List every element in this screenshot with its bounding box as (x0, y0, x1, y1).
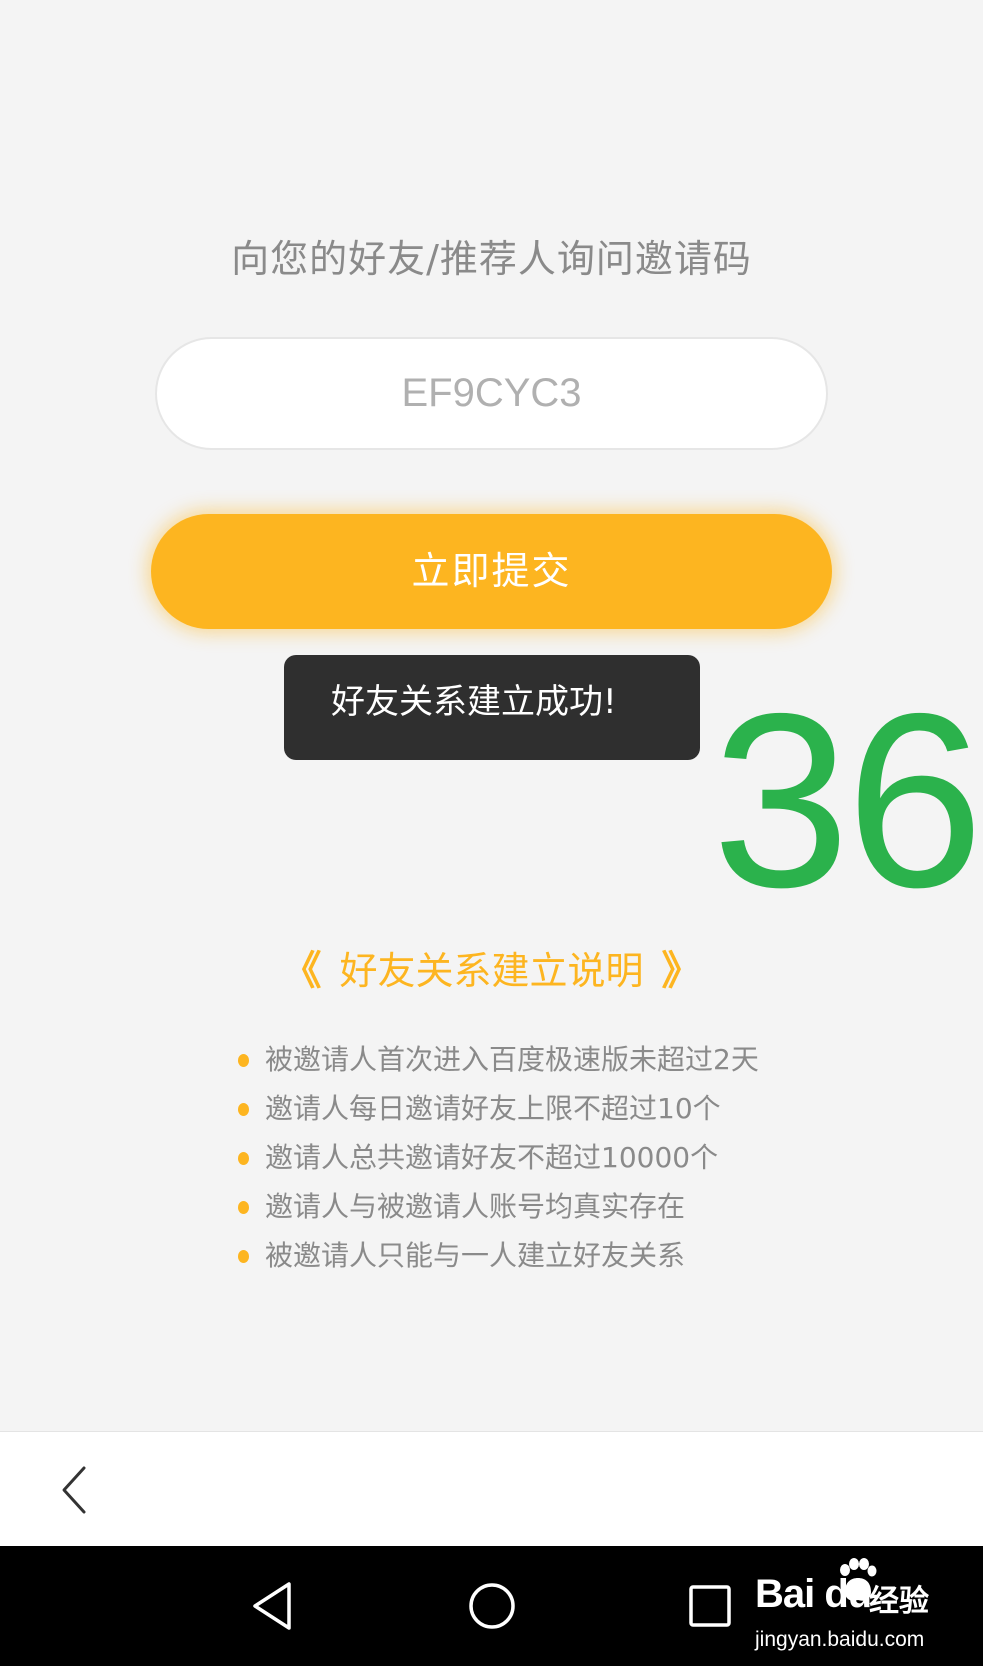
invite-page: 向您的好友/推荐人询问邀请码 立即提交 好友关系建立成功! 36 《好友关系建立… (0, 0, 983, 1431)
invite-prompt: 向您的好友/推荐人询问邀请码 (231, 237, 752, 281)
system-home-button[interactable] (464, 1578, 520, 1634)
bullet-dot-icon (238, 1152, 249, 1165)
back-button[interactable] (56, 1460, 96, 1520)
bullet-dot-icon (238, 1201, 249, 1214)
list-item: 邀请人每日邀请好友上限不超过10个 (238, 1089, 759, 1138)
chevron-left-icon (62, 1466, 86, 1514)
list-item: 邀请人总共邀请好友不超过10000个 (238, 1138, 759, 1187)
rule-text: 被邀请人首次进入百度极速版未超过2天 (265, 1043, 759, 1076)
list-item: 被邀请人只能与一人建立好友关系 (238, 1236, 759, 1285)
rule-text: 邀请人总共邀请好友不超过10000个 (265, 1141, 719, 1174)
baidu-jingyan-watermark: Bai du 经验 jingyan.baidu.com (753, 1558, 953, 1658)
list-item: 邀请人与被邀请人账号均真实存在 (238, 1187, 759, 1236)
bottom-nav-bar (0, 1431, 983, 1546)
rules-title: 好友关系建立说明 (339, 949, 644, 993)
triangle-back-icon (253, 1582, 291, 1630)
left-chevron-icon: 《 (281, 948, 322, 994)
rule-text: 邀请人每日邀请好友上限不超过10个 (265, 1092, 721, 1125)
submit-button[interactable]: 立即提交 (151, 514, 832, 629)
system-navigation-bar: Bai du 经验 jingyan.baidu.com (0, 1546, 983, 1666)
watermark-brand: Bai du (755, 1572, 872, 1616)
bullet-dot-icon (238, 1250, 249, 1263)
right-chevron-icon: 》 (661, 948, 702, 994)
invite-code-input[interactable] (155, 337, 828, 450)
rule-text: 被邀请人只能与一人建立好友关系 (265, 1239, 686, 1272)
watermark-url: jingyan.baidu.com (755, 1628, 925, 1651)
step-number-overlay: 36 (712, 661, 983, 939)
system-back-button[interactable] (245, 1578, 301, 1634)
rules-heading: 《好友关系建立说明》 (0, 938, 983, 996)
square-recents-icon (689, 1585, 731, 1627)
watermark-product: 经验 (869, 1584, 929, 1619)
success-toast: 好友关系建立成功! (284, 655, 700, 760)
circle-home-icon (469, 1583, 515, 1629)
system-recents-button[interactable] (682, 1578, 738, 1634)
bullet-dot-icon (238, 1103, 249, 1116)
list-item: 被邀请人首次进入百度极速版未超过2天 (238, 1040, 759, 1089)
rules-list: 被邀请人首次进入百度极速版未超过2天 邀请人每日邀请好友上限不超过10个 邀请人… (238, 1040, 759, 1285)
bullet-dot-icon (238, 1054, 249, 1067)
rule-text: 邀请人与被邀请人账号均真实存在 (265, 1190, 686, 1223)
